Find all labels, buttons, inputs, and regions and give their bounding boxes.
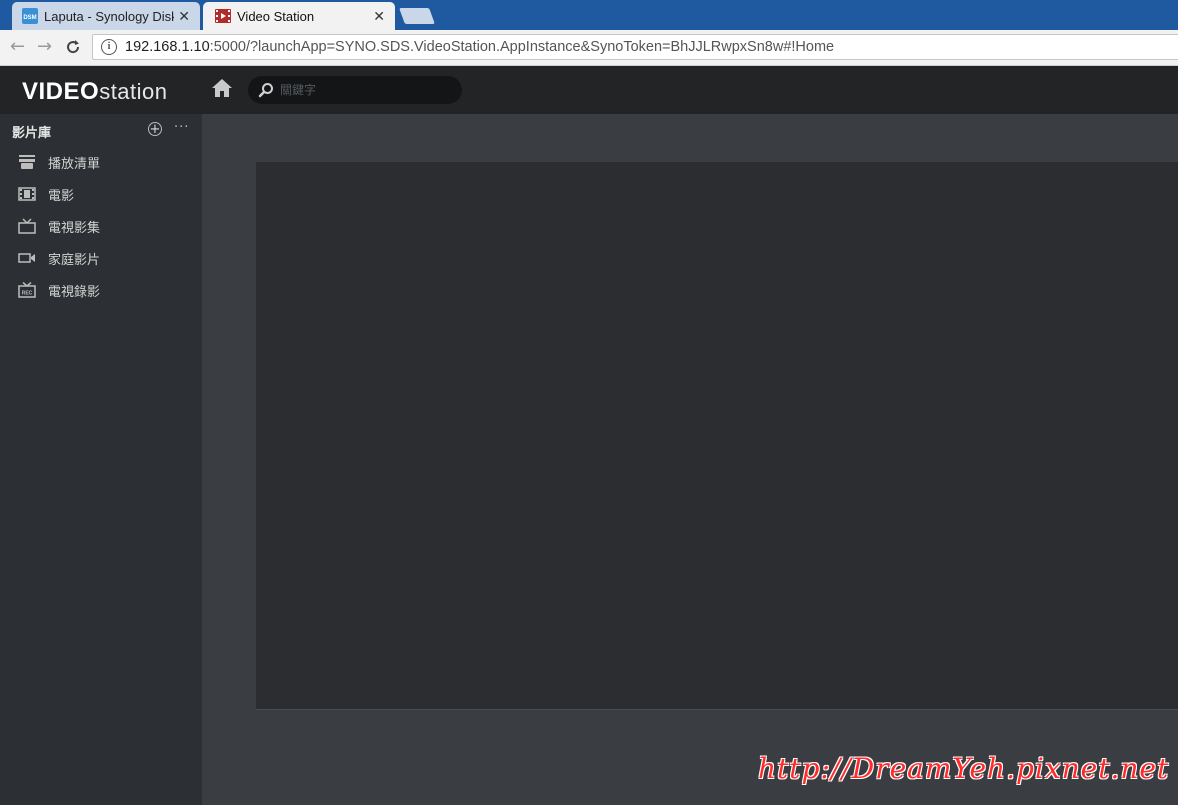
tab-video-station[interactable]: Video Station ✕ (203, 2, 395, 30)
reload-icon[interactable] (64, 38, 82, 56)
address-bar[interactable]: i 192.168.1.10:5000/?launchApp=SYNO.SDS.… (92, 34, 1178, 60)
tab-laputa[interactable]: DSM Laputa - Synology Disk ✕ (12, 2, 200, 30)
more-icon[interactable]: ··· (174, 120, 189, 135)
sidebar-title: 影片庫 (12, 126, 52, 141)
logo-light: station (99, 79, 168, 104)
movie-film-icon (18, 187, 36, 201)
sidebar-item-tv-shows[interactable]: 電視影集 (0, 210, 202, 242)
sidebar-item-movies[interactable]: 電影 (0, 178, 202, 210)
search-box[interactable] (248, 76, 462, 104)
close-icon[interactable]: ✕ (373, 8, 385, 25)
browser-tab-strip: DSM Laputa - Synology Disk ✕ Video Stati… (0, 0, 1178, 30)
search-icon (258, 83, 273, 98)
sidebar-item-playlist[interactable]: 播放清單 (0, 146, 202, 178)
svg-text:REC: REC (22, 291, 33, 297)
app-logo: VIDEOstation (22, 78, 168, 106)
forward-button[interactable]: → (37, 37, 52, 57)
main-content (202, 114, 1178, 805)
close-icon[interactable]: ✕ (178, 8, 190, 25)
search-input[interactable] (278, 82, 452, 98)
sidebar-item-label: 電影 (48, 188, 75, 204)
sidebar-item-tv-recordings[interactable]: REC 電視錄影 (0, 274, 202, 306)
url-text: 192.168.1.10:5000/?launchApp=SYNO.SDS.Vi… (125, 39, 834, 55)
video-station-icon (215, 9, 231, 23)
sidebar: 影片庫 + ··· 播放清單 電影 電視影集 家庭影片 REC 電視錄影 (0, 114, 202, 805)
sidebar-item-label: 電視錄影 (48, 284, 101, 300)
home-icon[interactable] (211, 78, 233, 98)
camera-icon (18, 253, 35, 263)
playlist-icon (19, 155, 35, 169)
tab-title: Laputa - Synology Disk (44, 8, 174, 24)
tab-title: Video Station (237, 8, 315, 24)
svg-text:DSM: DSM (23, 15, 36, 21)
tv-recording-icon: REC (18, 282, 36, 298)
sidebar-item-label: 電視影集 (48, 220, 101, 236)
sidebar-item-label: 家庭影片 (48, 252, 101, 268)
library-list: 播放清單 電影 電視影集 家庭影片 REC 電視錄影 (0, 146, 202, 306)
app-header: VIDEOstation (0, 66, 1178, 115)
content-panel (256, 162, 1178, 710)
url-path: :5000/?launchApp=SYNO.SDS.VideoStation.A… (209, 39, 835, 55)
browser-toolbar: ← → i 192.168.1.10:5000/?launchApp=SYNO.… (0, 30, 1178, 66)
dsm-icon: DSM (22, 8, 38, 24)
info-icon[interactable]: i (101, 39, 117, 55)
back-button[interactable]: ← (10, 37, 25, 57)
tv-icon (18, 218, 36, 234)
new-tab-button[interactable] (399, 8, 435, 24)
logo-strong: VIDEO (22, 78, 100, 105)
add-icon[interactable]: + (148, 122, 162, 136)
sidebar-item-home-videos[interactable]: 家庭影片 (0, 242, 202, 274)
sidebar-item-label: 播放清單 (48, 156, 101, 172)
watermark: http://DreamYeh.pixnet.net (758, 752, 1170, 785)
url-host: 192.168.1.10 (125, 39, 210, 55)
